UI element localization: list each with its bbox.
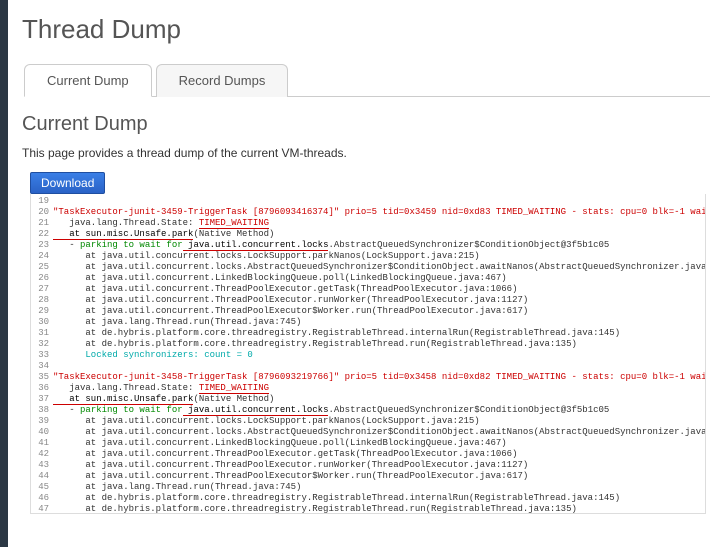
page-title: Thread Dump [22, 14, 710, 45]
dump-line: 33 Locked synchronizers: count = 0 [31, 350, 705, 361]
dump-line: 32 at de.hybris.platform.core.threadregi… [31, 339, 705, 350]
dump-line: 23 - parking to wait for java.util.concu… [31, 240, 705, 251]
left-accent-strip [0, 0, 8, 547]
dump-line: 29 at java.util.concurrent.ThreadPoolExe… [31, 306, 705, 317]
tab-record-dumps[interactable]: Record Dumps [156, 64, 289, 97]
dump-line: 46 at de.hybris.platform.core.threadregi… [31, 493, 705, 504]
tab-bar: Current Dump Record Dumps [24, 63, 710, 97]
dump-line: 31 at de.hybris.platform.core.threadregi… [31, 328, 705, 339]
tab-current-dump[interactable]: Current Dump [24, 64, 152, 97]
page-content: Thread Dump Current Dump Record Dumps Cu… [8, 0, 720, 514]
dump-line: 40 at java.util.concurrent.locks.Abstrac… [31, 427, 705, 438]
dump-line: 38 - parking to wait for java.util.concu… [31, 405, 705, 416]
dump-line: 36 java.lang.Thread.State: TIMED_WAITING [31, 383, 705, 394]
dump-line: 39 at java.util.concurrent.locks.LockSup… [31, 416, 705, 427]
dump-line: 41 at java.util.concurrent.LinkedBlockin… [31, 438, 705, 449]
dump-line: 30 at java.lang.Thread.run(Thread.java:7… [31, 317, 705, 328]
dump-line: 42 at java.util.concurrent.ThreadPoolExe… [31, 449, 705, 460]
dump-line: 47 at de.hybris.platform.core.threadregi… [31, 504, 705, 514]
dump-line: 21 java.lang.Thread.State: TIMED_WAITING [31, 218, 705, 229]
dump-line: 26 at java.util.concurrent.LinkedBlockin… [31, 273, 705, 284]
dump-line: 19 [31, 196, 705, 207]
dump-line: 43 at java.util.concurrent.ThreadPoolExe… [31, 460, 705, 471]
download-button[interactable]: Download [30, 172, 105, 194]
section-title: Current Dump [22, 113, 710, 136]
dump-line: 34 [31, 361, 705, 372]
dump-line: 20"TaskExecutor-junit-3459-TriggerTask [… [31, 207, 705, 218]
dump-line: 35"TaskExecutor-junit-3458-TriggerTask [… [31, 372, 705, 383]
dump-line: 44 at java.util.concurrent.ThreadPoolExe… [31, 471, 705, 482]
dump-line: 22 at sun.misc.Unsafe.park(Native Method… [31, 229, 705, 240]
dump-line: 25 at java.util.concurrent.locks.Abstrac… [31, 262, 705, 273]
dump-line: 45 at java.lang.Thread.run(Thread.java:7… [31, 482, 705, 493]
thread-dump-output[interactable]: 1920"TaskExecutor-junit-3459-TriggerTask… [30, 194, 706, 514]
dump-line: 27 at java.util.concurrent.ThreadPoolExe… [31, 284, 705, 295]
dump-line: 28 at java.util.concurrent.ThreadPoolExe… [31, 295, 705, 306]
dump-line: 24 at java.util.concurrent.locks.LockSup… [31, 251, 705, 262]
section-description: This page provides a thread dump of the … [22, 146, 710, 160]
dump-line: 37 at sun.misc.Unsafe.park(Native Method… [31, 394, 705, 405]
